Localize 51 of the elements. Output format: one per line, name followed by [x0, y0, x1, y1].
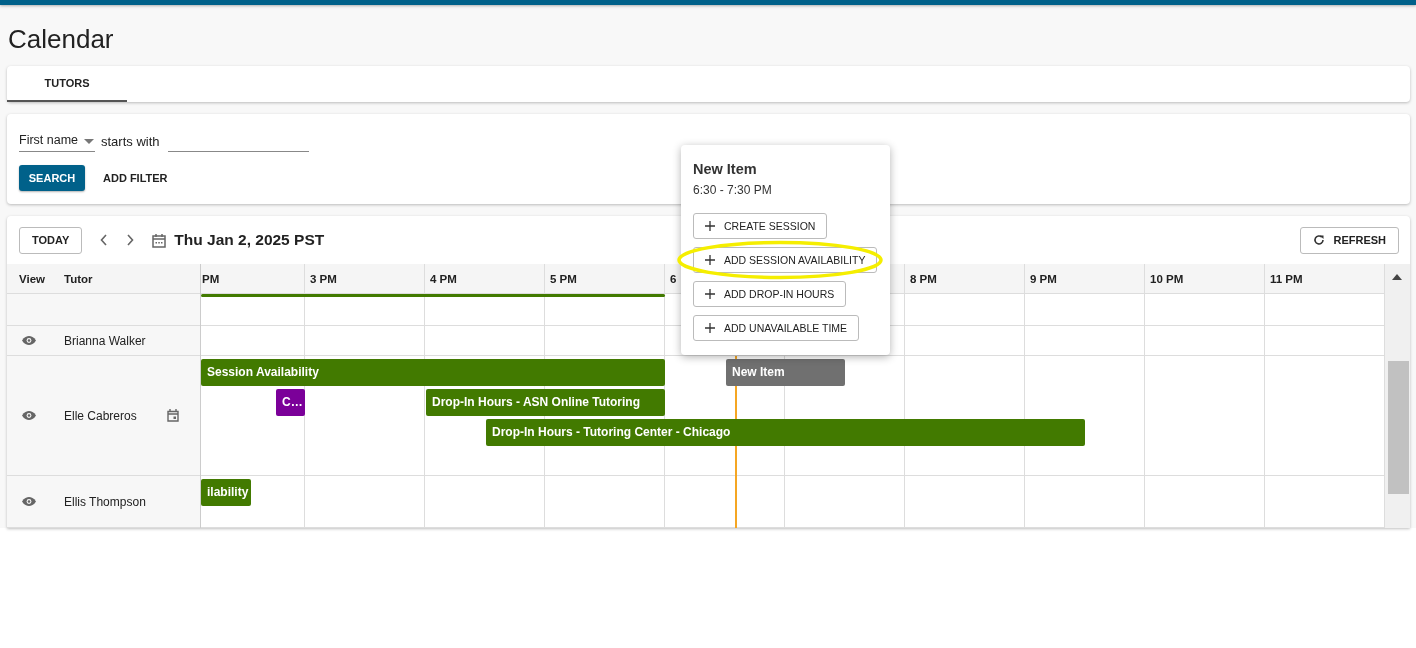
hour-label: 11 PM — [1270, 272, 1303, 285]
scroll-thumb[interactable] — [1388, 361, 1409, 494]
action-button[interactable]: ADD SESSION AVAILABILITY — [693, 247, 878, 273]
tutor-name: Elle Cabreros — [64, 408, 137, 423]
eye-icon[interactable] — [22, 497, 36, 506]
hour-label: PM — [202, 272, 220, 285]
plus-icon — [705, 323, 715, 333]
refresh-button[interactable]: REFRESH — [1300, 226, 1399, 254]
search-button[interactable]: SEARCH — [19, 165, 85, 191]
refresh-icon — [1313, 234, 1326, 246]
calendar-icon[interactable] — [167, 409, 179, 422]
event-bar[interactable]: Drop-In Hours - ASN Online Tutoring — [426, 389, 665, 416]
hour-label: 10 PM — [1150, 272, 1184, 285]
action-button[interactable]: ADD DROP-IN HOURS — [693, 281, 847, 307]
eye-icon[interactable] — [22, 336, 36, 345]
plus-icon — [705, 255, 715, 265]
popup-title: New Item — [693, 161, 758, 177]
page-title: Calendar — [7, 23, 115, 56]
plus-icon — [705, 289, 715, 299]
next-icon[interactable] — [126, 234, 135, 246]
column-header: View — [19, 272, 46, 285]
tutor-name: Brianna Walker — [64, 333, 146, 348]
hour-label: 3 PM — [310, 272, 337, 285]
action-button[interactable]: CREATE SESSION — [693, 213, 828, 239]
event-bar[interactable]: Session Availability — [201, 359, 665, 386]
hour-label: 4 PM — [430, 272, 457, 285]
column-header: Tutor — [64, 272, 93, 285]
event-bar[interactable]: New Item — [726, 359, 845, 386]
hour-label: 8 PM — [910, 272, 937, 285]
caret-icon — [84, 138, 95, 144]
event-bar[interactable]: ilability — [201, 479, 251, 506]
previous-icon[interactable] — [100, 234, 109, 246]
scroll-up-icon[interactable] — [1392, 274, 1402, 280]
eye-icon[interactable] — [22, 411, 36, 420]
add-filter-button[interactable]: ADD FILTER — [91, 165, 180, 191]
field-select[interactable]: First name — [19, 133, 95, 152]
operator-label: starts with — [101, 134, 160, 151]
event-bar[interactable]: Drop-In Hours - Tutoring Center - Chicago — [486, 419, 1085, 446]
hour-label: 9 PM — [1030, 272, 1057, 285]
tab[interactable]: TUTORS — [7, 66, 127, 102]
action-button[interactable]: ADD UNAVAILABLE TIME — [693, 315, 860, 341]
scrollbar[interactable] — [1385, 264, 1410, 528]
plus-icon — [705, 221, 715, 231]
event-bar[interactable]: C… — [276, 389, 305, 416]
tutor-name: Ellis Thompson — [64, 494, 146, 509]
date-label: Thu Jan 2, 2025 PST — [174, 231, 325, 249]
calendar-icon[interactable] — [152, 232, 167, 248]
hour-label: 5 PM — [550, 272, 577, 285]
popup-time: 6:30 - 7:30 PM — [693, 183, 773, 197]
hour-label: 6 — [670, 272, 677, 285]
today-button[interactable]: TODAY — [19, 226, 83, 254]
